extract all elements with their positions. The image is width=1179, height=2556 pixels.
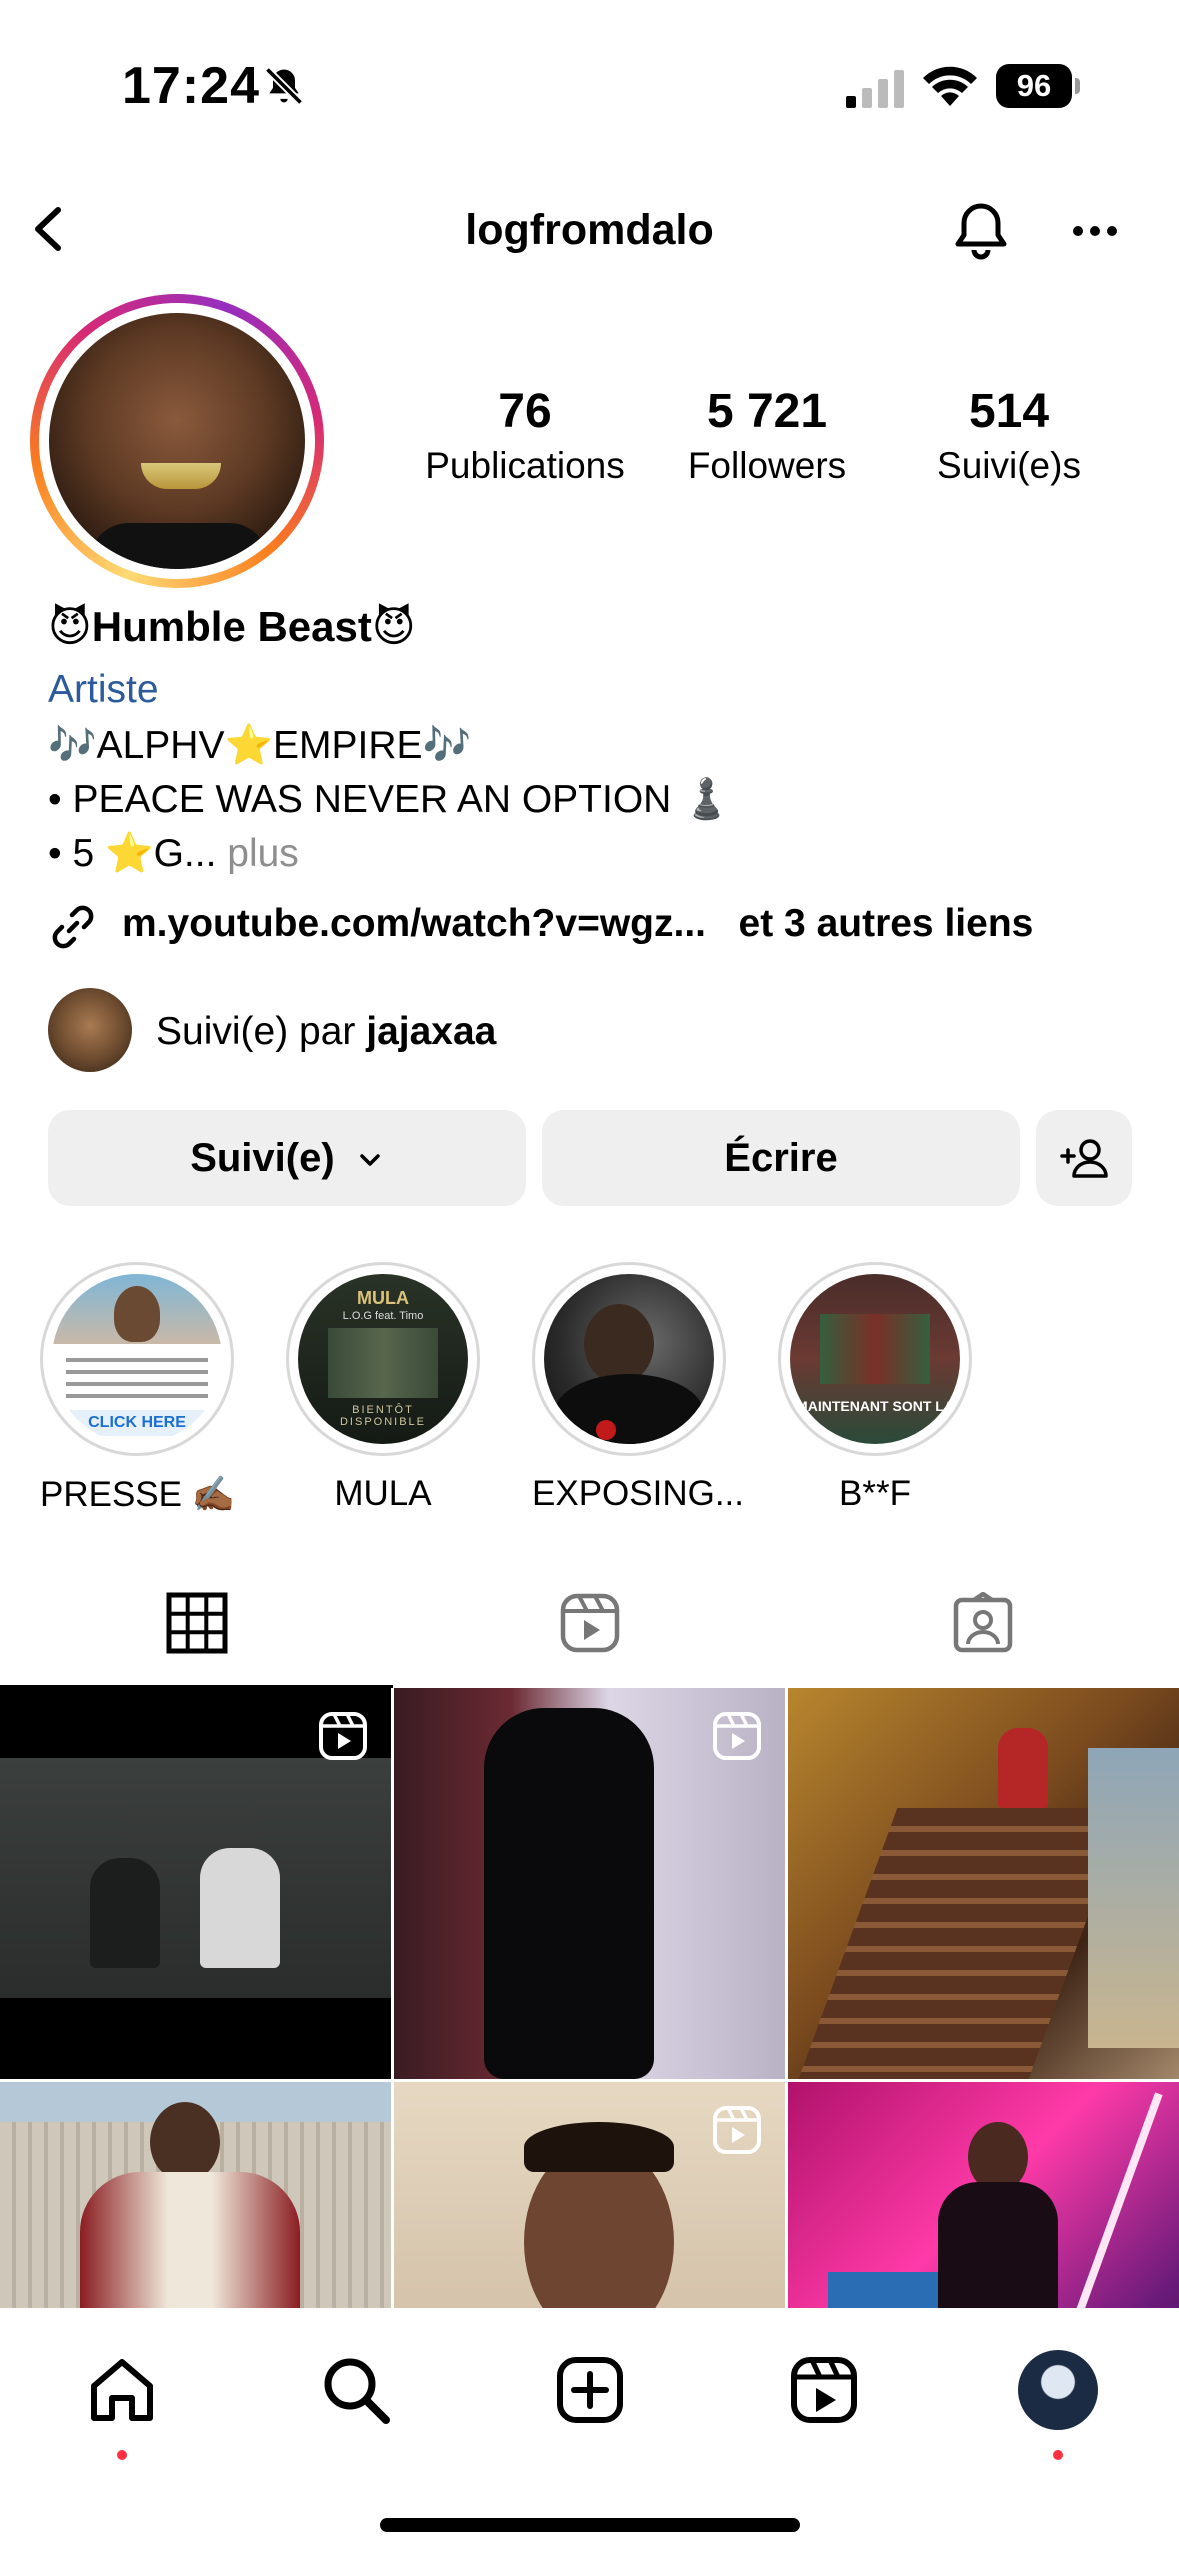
stat-value: 5 721 <box>706 385 828 438</box>
profile-content-tabs <box>0 1568 1179 1688</box>
grid-post[interactable] <box>788 2082 1179 2308</box>
profile-avatar-story-ring[interactable] <box>30 294 324 588</box>
link-text[interactable]: m.youtube.com/watch?v=wgz... et 3 autres… <box>122 902 1033 946</box>
tab-reels[interactable] <box>393 1568 786 1688</box>
home-icon[interactable] <box>82 2350 162 2430</box>
battery-indicator: 96 <box>996 64 1080 108</box>
clock: 17:24 <box>122 57 260 115</box>
more-icon[interactable] <box>1060 196 1130 266</box>
bio-more-link[interactable]: plus <box>227 832 299 875</box>
grid-icon <box>166 1592 228 1654</box>
grid-post[interactable] <box>0 1688 391 2079</box>
followed-by-text: Suivi(e) par jajaxaa <box>156 1010 496 1054</box>
battery-level: 96 <box>996 64 1072 108</box>
highlight-label: EXPOSING... <box>532 1474 744 1513</box>
followed-by-prefix: Suivi(e) par <box>156 1010 356 1053</box>
stat-following[interactable]: 514 Suivi(e)s <box>884 384 1134 487</box>
highlight-mula[interactable]: MULA L.O.G feat. Timo BIENTÔT DISPONIBLE… <box>286 1262 480 1514</box>
tab-posts[interactable] <box>0 1568 393 1688</box>
post-grid <box>0 1688 1179 2308</box>
highlight-cover-text: CLICK HERE <box>62 1410 212 1436</box>
profile-tab-avatar[interactable] <box>1018 2350 1098 2430</box>
highlight-presse[interactable]: CLICK HERE PRESSE ✍🏾 <box>40 1262 236 1515</box>
create-icon[interactable] <box>550 2350 630 2430</box>
follower-avatar <box>48 988 132 1072</box>
link-icon <box>52 905 94 949</box>
link-more[interactable]: et 3 autres liens <box>739 902 1034 945</box>
reels-icon <box>560 1593 620 1653</box>
bio-line: 🎶ALPHV⭐EMPIRE🎶 <box>48 724 472 767</box>
message-label: Écrire <box>724 1136 838 1180</box>
stat-followers[interactable]: 5 721 Followers <box>650 384 884 487</box>
reel-badge-icon <box>713 1712 761 1760</box>
highlight-cover: MULA L.O.G feat. Timo BIENTÔT DISPONIBLE <box>298 1274 468 1444</box>
chevron-down-icon <box>360 1154 380 1167</box>
highlight-label: B**F <box>839 1474 911 1513</box>
highlight-exposing[interactable]: EXPOSING... <box>532 1262 744 1514</box>
profile-notification-dot <box>1053 2450 1063 2460</box>
cellular-signal-icon <box>846 70 904 108</box>
highlight-cover-text: MAINTENANT SONT LA <box>796 1398 954 1414</box>
suggest-users-button[interactable] <box>1036 1110 1132 1206</box>
bio-line-truncated: • 5 ⭐G... plus <box>48 830 299 876</box>
highlight-label: MULA <box>334 1474 432 1513</box>
highlight-cover: MAINTENANT SONT LA <box>790 1274 960 1444</box>
status-bar: 17:24 96 <box>0 0 1179 170</box>
category-label: Artiste <box>48 668 159 711</box>
followed-by-user[interactable]: jajaxaa <box>366 1010 496 1053</box>
grid-post[interactable] <box>0 2082 391 2308</box>
message-button[interactable]: Écrire <box>542 1110 1020 1206</box>
home-notification-dot <box>117 2450 127 2460</box>
add-user-icon <box>1060 1139 1108 1178</box>
highlight-cover: CLICK HERE <box>52 1274 222 1444</box>
stat-value: 514 <box>968 385 1050 438</box>
wifi-icon <box>923 66 977 106</box>
search-icon[interactable] <box>316 2350 396 2430</box>
bio-links[interactable]: m.youtube.com/watch?v=wgz... et 3 autres… <box>48 896 1148 956</box>
bio-line: • PEACE WAS NEVER AN OPTION ♟️ <box>48 778 731 821</box>
grid-post[interactable] <box>788 1688 1179 2079</box>
highlight-cover-title: MULA <box>357 1288 409 1308</box>
reel-badge-icon <box>713 2106 761 2154</box>
stat-label: Suivi(e)s <box>937 445 1081 486</box>
bell-icon[interactable] <box>946 196 1016 266</box>
reels-icon[interactable] <box>784 2350 864 2430</box>
bell-slash-icon <box>264 66 304 106</box>
reel-badge-icon <box>319 1712 367 1760</box>
tab-tagged[interactable] <box>786 1568 1179 1688</box>
display-name: 😈Humble Beast😈 <box>48 603 416 650</box>
grid-post[interactable] <box>394 2082 785 2308</box>
profile-avatar <box>49 313 305 569</box>
tagged-icon <box>953 1592 1013 1653</box>
stat-label: Publications <box>425 445 625 486</box>
followed-by[interactable]: Suivi(e) par jajaxaa <box>48 988 748 1074</box>
stat-publications[interactable]: 76 Publications <box>400 384 650 487</box>
highlight-bf[interactable]: MAINTENANT SONT LA B**F <box>778 1262 972 1514</box>
home-indicator[interactable] <box>380 2518 800 2532</box>
profile-header: logfromdalo <box>0 170 1179 290</box>
stat-label: Followers <box>687 445 847 486</box>
link-url[interactable]: m.youtube.com/watch?v=wgz... <box>122 902 706 945</box>
bio-text: • 5 ⭐G... <box>48 832 217 875</box>
highlight-cover-caption: BIENTÔT DISPONIBLE <box>339 1404 427 1428</box>
following-button[interactable]: Suivi(e) <box>48 1110 526 1206</box>
highlight-cover <box>544 1274 714 1444</box>
grid-post[interactable] <box>394 1688 785 2079</box>
highlight-cover-subtitle: L.O.G feat. Timo <box>342 1310 424 1322</box>
following-label: Suivi(e) <box>190 1136 335 1180</box>
highlight-label: PRESSE ✍🏾 <box>40 1475 236 1514</box>
stat-value: 76 <box>498 385 552 438</box>
